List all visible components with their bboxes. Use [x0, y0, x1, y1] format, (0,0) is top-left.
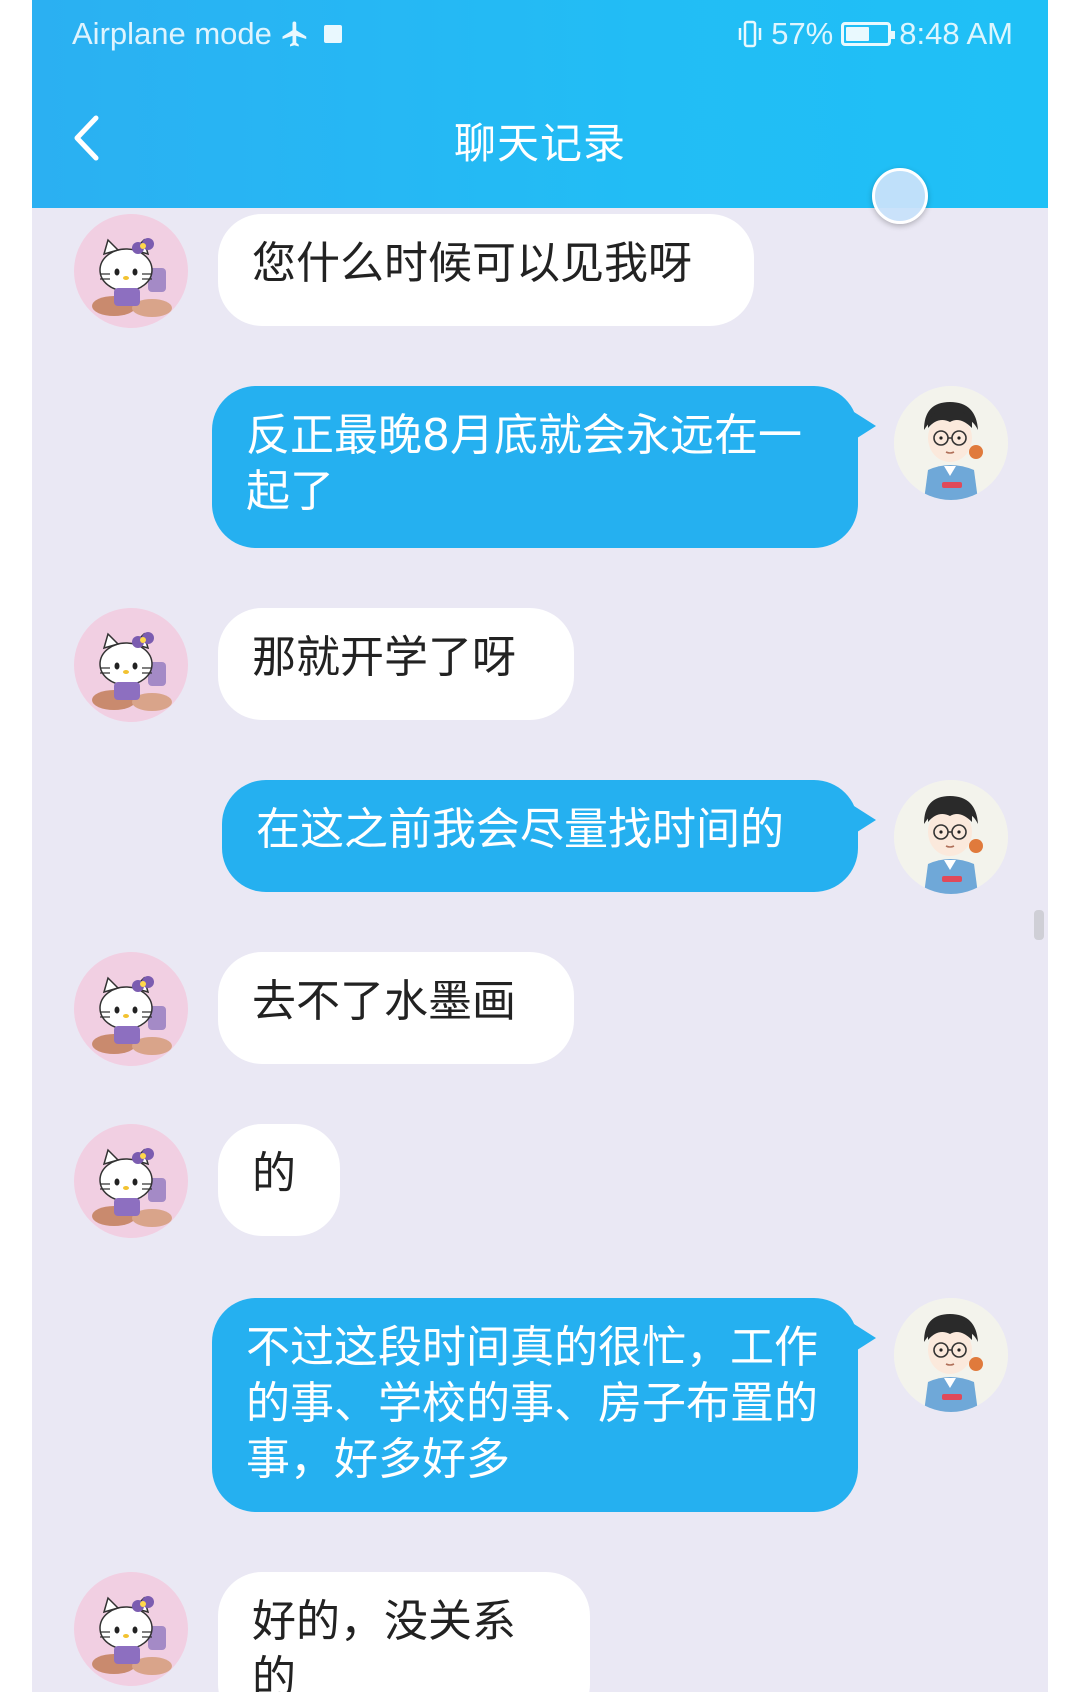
chat-screen: Airplane mode 57% 8:48 AM 聊天记录 您什么时候可以见我… — [32, 0, 1048, 1692]
my-avatar[interactable] — [894, 386, 1008, 500]
contact-avatar[interactable] — [74, 952, 188, 1066]
message-bubble[interactable]: 去不了水墨画 — [218, 952, 574, 1064]
message-bubble[interactable]: 好的，没关系的 — [218, 1572, 590, 1692]
message-bubble[interactable]: 的 — [218, 1124, 340, 1236]
bubble-tail — [854, 1324, 876, 1352]
bubble-tail — [854, 806, 876, 834]
contact-avatar[interactable] — [74, 608, 188, 722]
page-title: 聊天记录 — [453, 119, 626, 168]
contact-avatar[interactable] — [74, 1124, 188, 1238]
status-bar: Airplane mode 57% 8:48 AM — [32, 16, 1048, 56]
airplane-icon — [282, 21, 307, 47]
scrollbar[interactable] — [1034, 910, 1044, 940]
clock: 8:48 AM — [899, 16, 1013, 51]
battery-percent: 57% — [771, 16, 834, 51]
message-bubble[interactable]: 在这之前我会尽量找时间的 — [222, 780, 858, 892]
message-bubble[interactable]: 反正最晚8月底就会永远在一起了 — [212, 386, 858, 548]
message-bubble[interactable]: 不过这段时间真的很忙，工作的事、学校的事、房子布置的事，好多好多 — [212, 1298, 858, 1512]
contact-avatar[interactable] — [74, 1572, 188, 1686]
battery-fill — [846, 27, 870, 41]
notification-icon — [323, 25, 342, 43]
my-avatar[interactable] — [894, 780, 1008, 894]
my-avatar[interactable] — [894, 1298, 1008, 1412]
battery-icon — [841, 22, 896, 46]
floating-button[interactable] — [872, 168, 928, 224]
contact-avatar[interactable] — [74, 214, 188, 328]
message-bubble[interactable]: 您什么时候可以见我呀 — [218, 214, 754, 326]
bubble-tail — [854, 412, 876, 440]
message-bubble[interactable]: 那就开学了呀 — [218, 608, 574, 720]
airplane-mode-label: Airplane mode — [72, 16, 272, 51]
vibrate-icon — [738, 20, 762, 48]
